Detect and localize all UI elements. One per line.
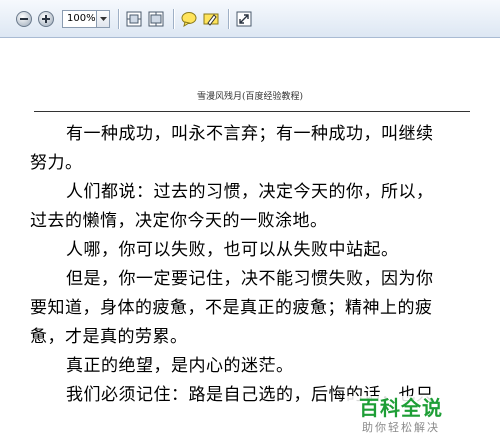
highlight-icon [203, 13, 219, 26]
toolbar-separator [118, 9, 119, 29]
text-line: 努力。 [30, 153, 83, 173]
fit-width-button[interactable] [147, 10, 165, 28]
text-line: 有一种成功，叫永不言弃；有一种成功，叫继续 [66, 124, 434, 144]
toolbar-separator [228, 9, 229, 29]
paragraph: 人哪，你可以失败，也可以从失败中站起。 [30, 236, 470, 265]
zoom-in-icon [38, 11, 54, 27]
text-line: 但是，你一定要记住，决不能习惯失败，因为你 [66, 269, 434, 289]
paragraph: 但是，你一定要记住，决不能习惯失败，因为你 要知道，身体的疲惫，不是真正的疲惫；… [30, 265, 470, 352]
paragraph: 真正的绝望，是内心的迷茫。 [30, 352, 470, 381]
fit-page-icon [126, 11, 142, 27]
expand-icon [236, 11, 252, 27]
zoom-dropdown-icon[interactable] [96, 11, 109, 27]
fit-width-icon [148, 11, 164, 27]
watermark-title: 百科全说 [359, 396, 443, 420]
pdf-toolbar: 100% [0, 0, 500, 38]
zoom-level-select[interactable]: 100% [62, 10, 110, 28]
document-page: 雪漫风残月(百度经验教程) 有一种成功，叫永不言弃；有一种成功，叫继续 努力。 … [0, 39, 500, 435]
toolbar-separator [173, 9, 174, 29]
text-line: 人们都说：过去的习惯，决定今天的你，所以， [66, 182, 434, 202]
fit-page-button[interactable] [125, 10, 143, 28]
text-line: 过去的懒惰，决定你今天的一败涂地。 [30, 211, 328, 231]
text-line: 要知道，身体的疲惫，不是真正的疲惫；精神上的疲 [30, 298, 433, 318]
document-body: 有一种成功，叫永不言弃；有一种成功，叫继续 努力。 人们都说：过去的习惯，决定今… [30, 120, 470, 410]
expand-button[interactable] [235, 10, 253, 28]
zoom-in-button[interactable] [37, 10, 55, 28]
paragraph: 人们都说：过去的习惯，决定今天的你，所以， 过去的懒惰，决定你今天的一败涂地。 [30, 178, 470, 236]
zoom-out-icon [16, 11, 32, 27]
header-divider [34, 111, 470, 112]
text-line: 人哪，你可以失败，也可以从失败中站起。 [66, 240, 399, 260]
comment-icon [181, 12, 197, 27]
zoom-level-value: 100% [67, 13, 96, 24]
text-line: 惫，才是真的劳累。 [30, 327, 188, 347]
text-line: 真正的绝望，是内心的迷茫。 [66, 356, 294, 376]
document-header: 雪漫风残月(百度经验教程) [196, 92, 304, 102]
comment-button[interactable] [180, 10, 198, 28]
zoom-out-button[interactable] [15, 10, 33, 28]
paragraph: 有一种成功，叫永不言弃；有一种成功，叫继续 努力。 [30, 120, 470, 178]
highlight-button[interactable] [202, 10, 220, 28]
watermark-logo: 百科全说 助你轻松解决 [346, 396, 456, 435]
